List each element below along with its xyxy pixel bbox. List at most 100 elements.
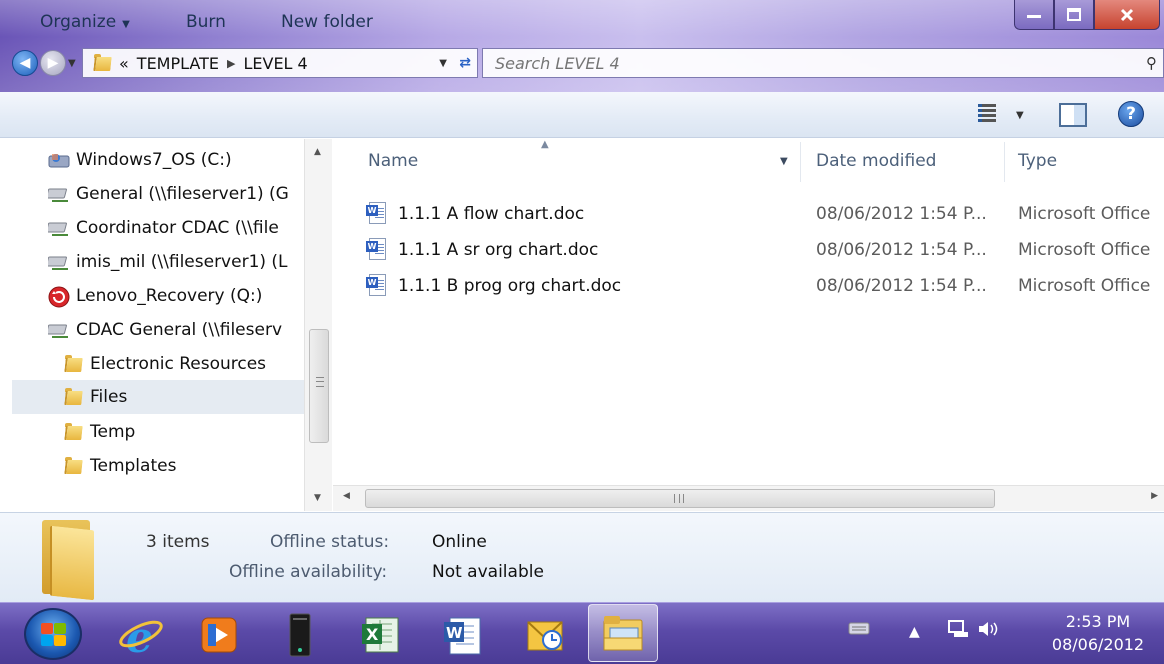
file-date: 08/06/2012 1:54 P... [816,204,987,224]
search-input[interactable] [483,53,1123,73]
drive-icon [48,150,70,170]
nav-item-imis-mil[interactable]: imis_mil (\\fileserver1) (L [0,245,304,279]
close-button[interactable] [1094,0,1160,30]
scroll-down-icon[interactable]: ▼ [314,493,321,503]
address-bar[interactable]: « TEMPLATE ▶ LEVEL 4 ▼ ⇄ [82,48,478,78]
organize-button[interactable]: Organize ▼ [40,12,130,32]
offline-status-label: Offline status: [270,532,390,552]
column-header-date-modified[interactable]: Date modified [816,151,936,171]
close-icon [1120,8,1134,21]
scroll-thumb[interactable] [309,329,329,443]
nav-item-lenovo-recovery[interactable]: Lenovo_Recovery (Q:) [0,279,304,313]
word-icon[interactable]: W [440,612,486,658]
title-bar [0,0,1164,92]
minimize-button[interactable] [1014,0,1054,30]
address-dropdown-icon[interactable]: ▼ [439,58,447,69]
system-clock[interactable]: 2:53 PM 08/06/2012 [1038,610,1158,656]
refresh-icon[interactable]: ⇄ [459,55,471,71]
file-date: 08/06/2012 1:54 P... [816,240,987,260]
nav-item-templates[interactable]: Templates [0,449,304,483]
forward-button[interactable]: ▶ [40,50,66,76]
column-divider[interactable] [1004,142,1005,182]
folder-icon [62,387,84,407]
explorer-icon[interactable] [600,612,646,658]
scroll-thumb[interactable] [365,489,995,508]
chevron-right-icon[interactable]: ▶ [227,57,235,70]
nav-item-general[interactable]: General (\\fileserver1) (G [0,177,304,211]
file-type: Microsoft Office [1018,276,1151,296]
file-type: Microsoft Office [1018,240,1151,260]
details-pane [0,512,1164,602]
svg-text:e: e [126,613,153,658]
maximize-icon [1067,8,1081,21]
scroll-right-icon[interactable]: ▶ [1151,491,1158,501]
nav-item-label: Lenovo_Recovery (Q:) [76,286,263,306]
help-button[interactable]: ? [1118,101,1144,127]
nav-item-label: Windows7_OS (C:) [76,150,232,170]
change-view-icon[interactable] [978,104,996,124]
outlook-icon[interactable] [522,612,568,658]
new-folder-button[interactable]: New folder [281,12,373,32]
nav-item-files[interactable]: Files [12,380,304,414]
forward-arrow-icon: ▶ [47,55,59,71]
excel-icon[interactable]: X [358,612,404,658]
nav-item-label: Temp [90,422,136,442]
keyboard-icon[interactable] [848,620,870,640]
recent-pages-dropdown[interactable]: ▼ [68,58,76,69]
column-filter-dropdown-icon[interactable]: ▼ [780,156,788,167]
offline-availability-label: Offline availability: [229,562,388,582]
nav-item-label: General (\\fileserver1) (G [76,184,289,204]
nav-item-coordinator-cdac[interactable]: Coordinator CDAC (\\file [0,211,304,245]
file-name: 1.1.1 A sr org chart.doc [398,240,599,260]
network-drive-icon [45,252,70,272]
burn-button[interactable]: Burn [186,12,226,32]
file-date: 08/06/2012 1:54 P... [816,276,987,296]
internet-explorer-icon[interactable]: e [118,612,164,662]
column-divider[interactable] [800,142,801,182]
breadcrumb-level4[interactable]: LEVEL 4 [243,54,307,73]
view-options-dropdown[interactable]: ▼ [1016,110,1024,121]
sort-ascending-icon: ▲ [541,139,549,150]
nav-item-label: imis_mil (\\fileserver1) (L [76,252,288,272]
file-type: Microsoft Office [1018,204,1151,224]
show-hidden-icons[interactable]: ▲ [909,624,920,640]
word-document-icon: W [366,238,388,262]
start-button[interactable] [24,608,82,660]
nav-item-electronic-resources[interactable]: Electronic Resources [0,347,304,381]
back-button[interactable]: ◀ [12,50,38,76]
network-drive-icon [45,218,70,238]
file-list [333,139,1164,485]
file-row[interactable]: W 1.1.1 B prog org chart.doc 08/06/2012 … [366,271,1164,301]
windows-logo-icon [41,623,67,647]
network-icon[interactable] [948,620,970,642]
breadcrumb-overflow[interactable]: « [119,54,129,73]
word-document-icon: W [366,274,388,298]
volume-icon[interactable] [977,620,1001,642]
navigation-scrollbar[interactable]: ▲ ▼ [304,139,332,511]
file-row[interactable]: W 1.1.1 A flow chart.doc 08/06/2012 1:54… [366,199,1164,229]
nav-item-windows7-os[interactable]: Windows7_OS (C:) [0,143,304,177]
back-arrow-icon: ◀ [19,55,31,71]
nav-item-temp[interactable]: Temp [0,415,304,449]
breadcrumb-template[interactable]: TEMPLATE [137,54,219,73]
server-tower-icon[interactable] [278,612,324,658]
scroll-up-icon[interactable]: ▲ [314,147,321,157]
network-drive-icon [45,320,70,340]
preview-pane-icon[interactable] [1059,103,1087,127]
folder-icon [62,354,84,374]
item-count: 3 items [146,532,210,552]
search-icon[interactable]: ⚲ [1146,54,1157,72]
nav-item-cdac-general[interactable]: CDAC General (\\fileserv [0,313,304,347]
nav-item-label: Electronic Resources [90,354,267,374]
clock-date: 08/06/2012 [1051,635,1145,654]
scroll-left-icon[interactable]: ◀ [343,491,350,501]
nav-item-label: CDAC General (\\fileserv [76,320,283,340]
word-document-icon: W [366,202,388,226]
column-header-name[interactable]: Name [368,151,418,171]
maximize-button[interactable] [1054,0,1094,30]
file-row[interactable]: W 1.1.1 A sr org chart.doc 08/06/2012 1:… [366,235,1164,265]
media-player-icon[interactable] [196,612,242,658]
search-box[interactable]: ⚲ [482,48,1164,78]
column-header-type[interactable]: Type [1018,151,1057,171]
horizontal-scrollbar[interactable]: ◀ ▶ [333,485,1164,511]
